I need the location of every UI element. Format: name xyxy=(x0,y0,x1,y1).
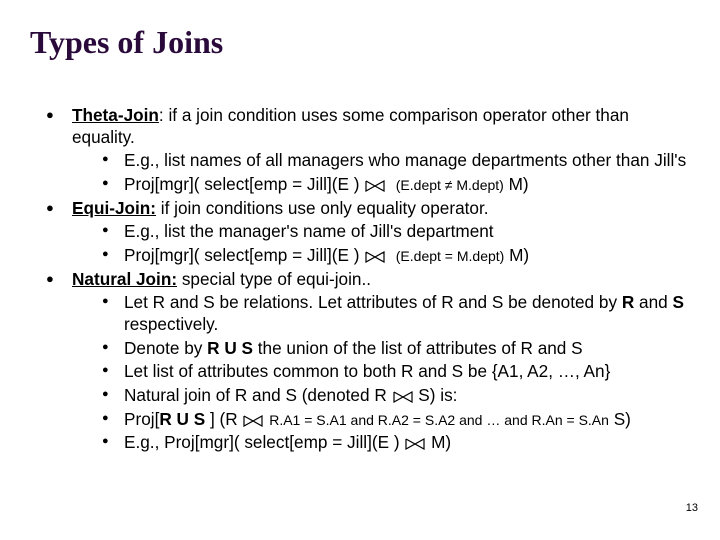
sub-bullet-item: Natural join of R and S (denoted R S) is… xyxy=(102,385,692,407)
sub-bullet-item: Denote by R U S the union of the list of… xyxy=(102,338,692,360)
sub-bullet-list: E.g., list names of all managers who man… xyxy=(102,150,692,195)
bullet-head: Natural Join: special type of equi-join.… xyxy=(72,269,692,291)
bullet-item: Natural Join: special type of equi-join.… xyxy=(46,269,692,454)
page-number: 13 xyxy=(686,502,698,514)
bullet-item: Equi-Join: if join conditions use only e… xyxy=(46,198,692,267)
slide: { "title": "Types of Joins", "pagenum": … xyxy=(0,0,720,540)
bullet-list: Theta-Join: if a join condition uses som… xyxy=(46,105,692,454)
sub-bullet-item: Proj[mgr]( select[emp = Jill](E ) (E.dep… xyxy=(102,174,692,196)
bullet-head: Equi-Join: if join conditions use only e… xyxy=(72,198,692,220)
bullet-item: Theta-Join: if a join condition uses som… xyxy=(46,105,692,196)
sub-bullet-item: Proj[mgr]( select[emp = Jill](E ) (E.dep… xyxy=(102,245,692,267)
slide-title: Types of Joins xyxy=(30,24,692,61)
sub-bullet-item: E.g., list names of all managers who man… xyxy=(102,150,692,172)
sub-bullet-item: Let R and S be relations. Let attributes… xyxy=(102,292,692,335)
sub-bullet-item: E.g., Proj[mgr]( select[emp = Jill](E ) … xyxy=(102,432,692,454)
sub-bullet-item: Proj[R U S ] (R R.A1 = S.A1 and R.A2 = S… xyxy=(102,409,692,431)
sub-bullet-list: Let R and S be relations. Let attributes… xyxy=(102,292,692,454)
sub-bullet-list: E.g., list the manager's name of Jill's … xyxy=(102,221,692,266)
sub-bullet-item: Let list of attributes common to both R … xyxy=(102,361,692,383)
sub-bullet-item: E.g., list the manager's name of Jill's … xyxy=(102,221,692,243)
bullet-head: Theta-Join: if a join condition uses som… xyxy=(72,105,692,148)
